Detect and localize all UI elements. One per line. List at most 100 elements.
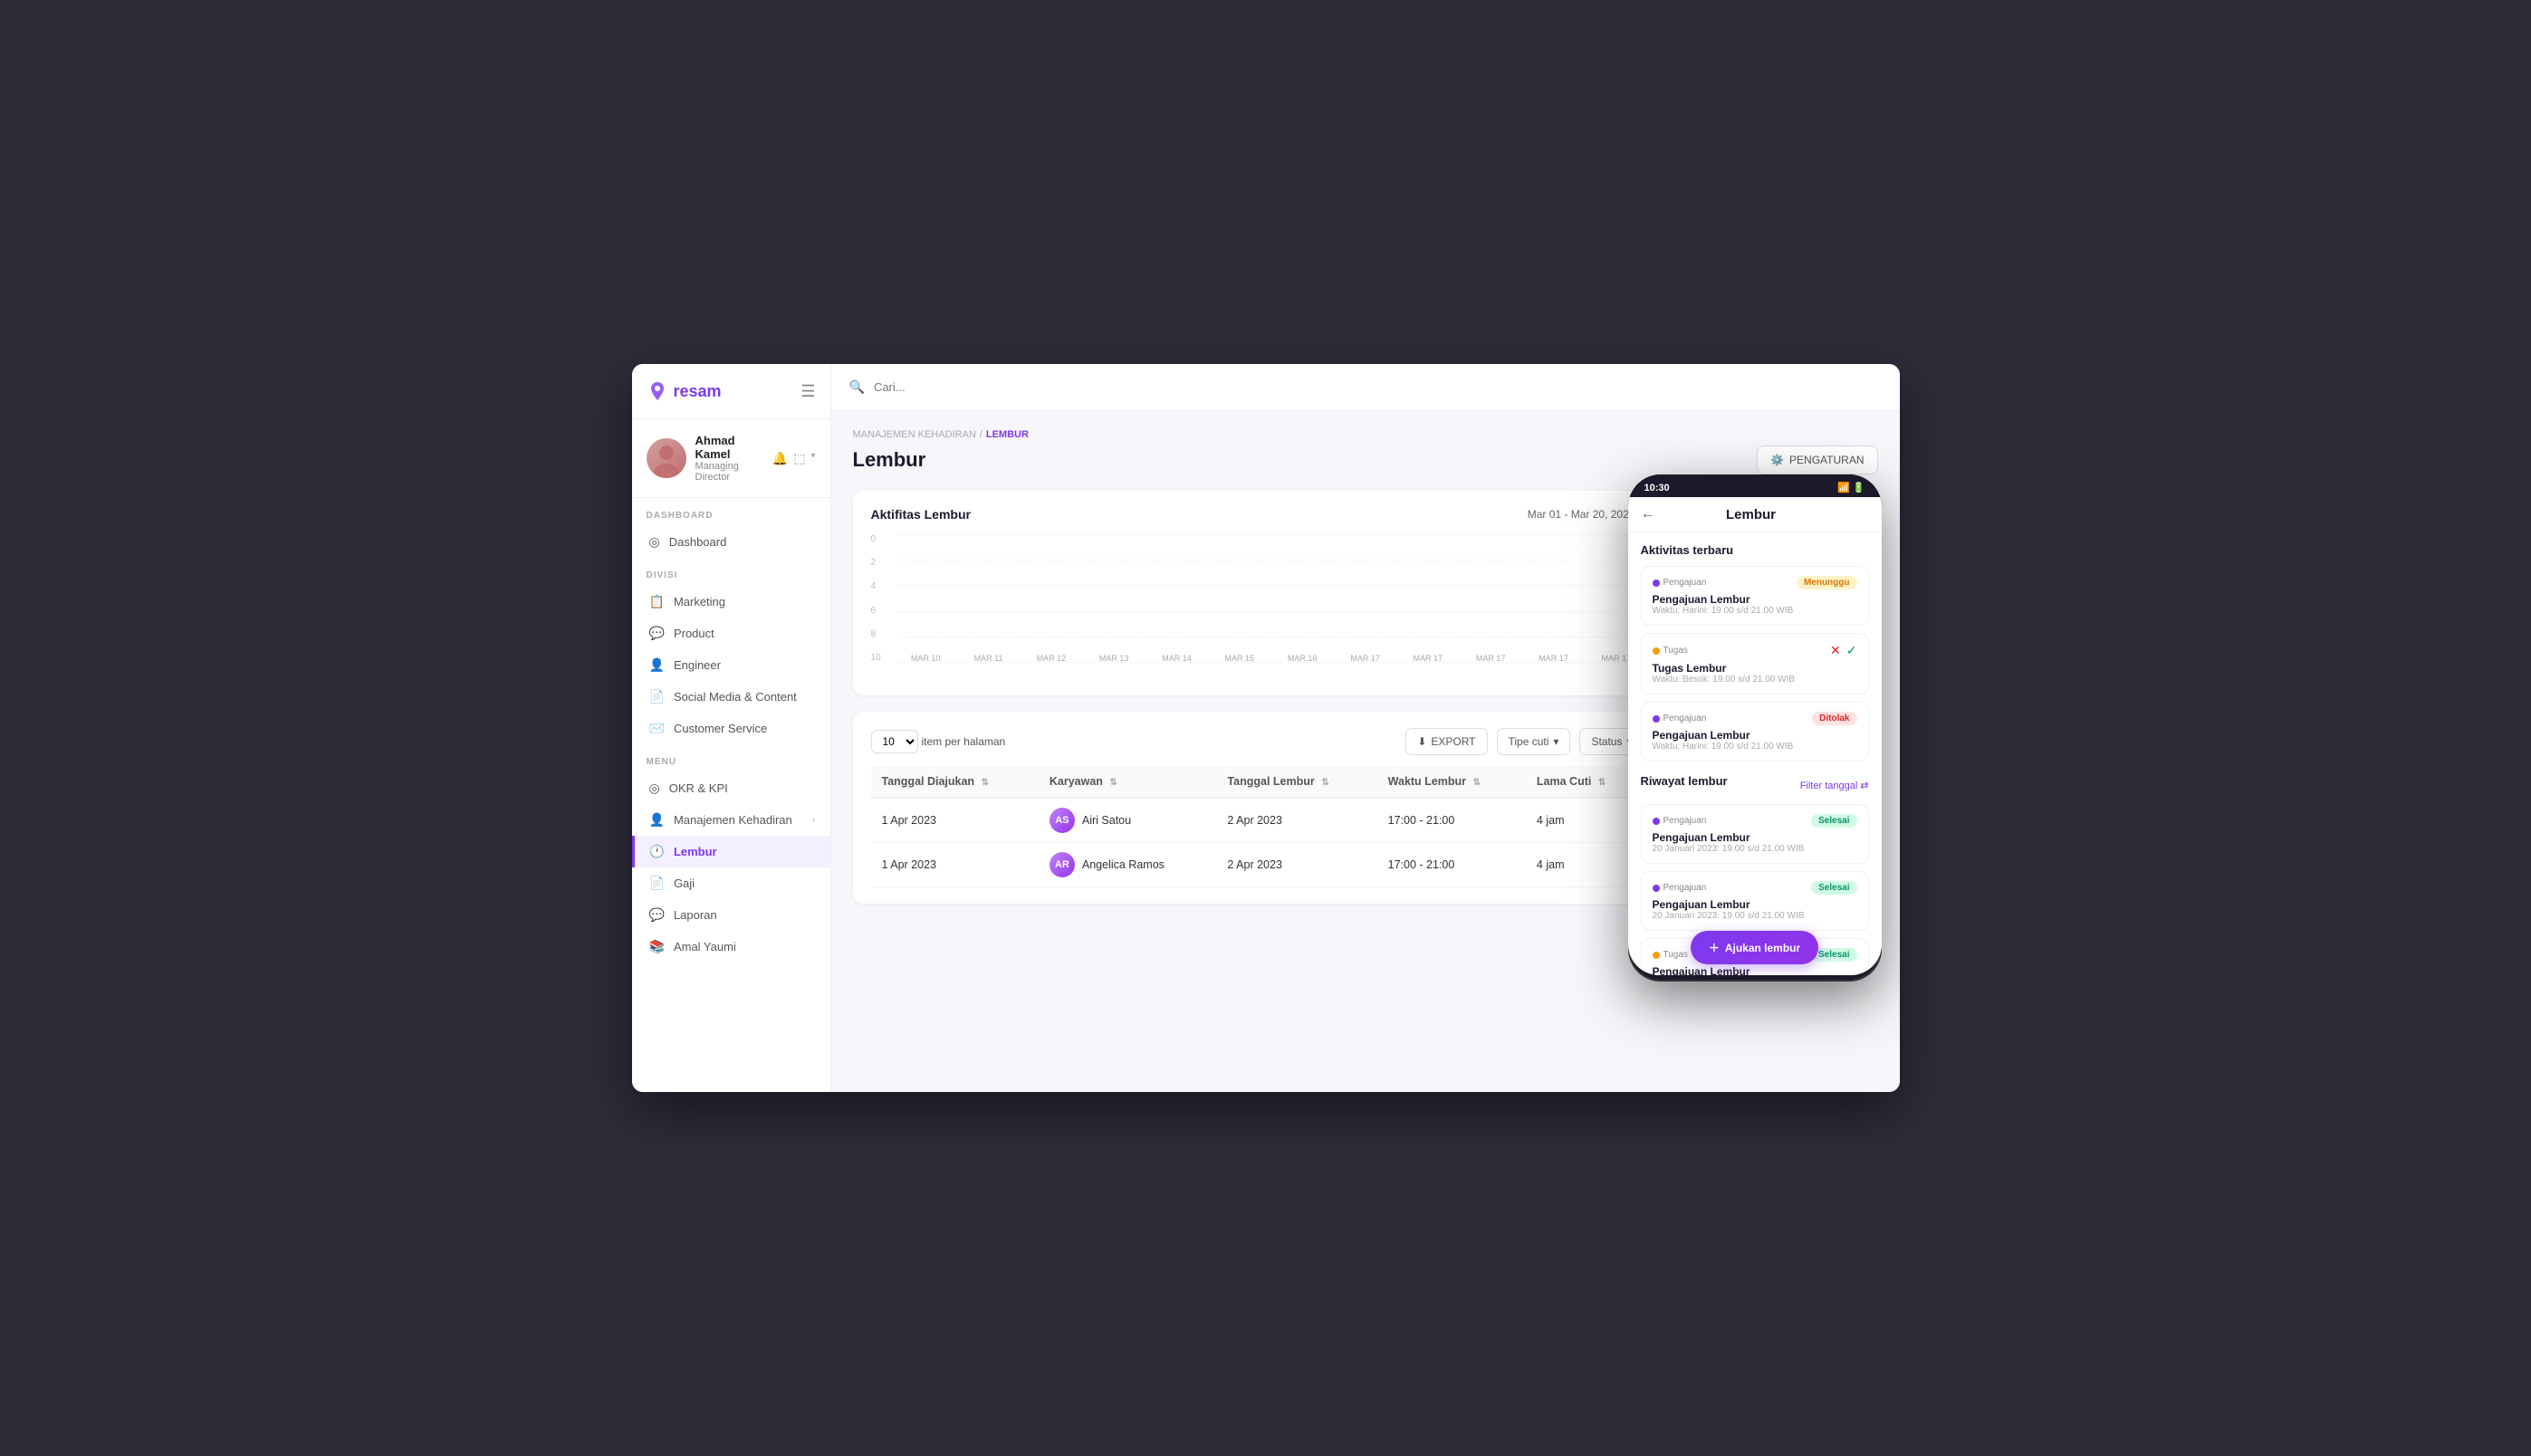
tipe-cuti-chevron-icon: ▾: [1553, 735, 1558, 748]
sidebar-item-label: Engineer: [674, 658, 721, 672]
item-time: Waktu: Harini: 19.00 s/d 21.00 WIB: [1653, 742, 1857, 752]
export-button[interactable]: ⬇ EXPORT: [1405, 728, 1487, 755]
phone-nav: ← Lembur: [1628, 497, 1882, 532]
cell-tanggal-lembur: 2 Apr 2023: [1216, 843, 1376, 887]
sidebar-item-label: Customer Service: [674, 722, 767, 735]
search-input[interactable]: [874, 380, 1882, 394]
sidebar-item-label: OKR & KPI: [669, 781, 728, 795]
breadcrumb-parent: MANAJEMEN KEHADIRAN: [853, 429, 976, 440]
tipe-cuti-filter[interactable]: Tipe cuti ▾: [1497, 728, 1571, 755]
divisi-section-label: DIVISI: [632, 558, 830, 586]
approve-button[interactable]: ✓: [1846, 643, 1857, 658]
cell-lama-cuti: 4 jam: [1526, 798, 1644, 843]
phone-riwayat-1: Pengajuan Selesai Pengajuan Lembur 20 Ja…: [1641, 804, 1869, 864]
filter-tanggal-button[interactable]: Filter tanggal ⇄: [1800, 780, 1869, 791]
phone-back-button[interactable]: ←: [1641, 506, 1655, 522]
date-range-text: Mar 01 - Mar 20, 2023: [1528, 508, 1635, 521]
col-lama-cuti[interactable]: Lama Cuti ⇅: [1526, 766, 1644, 798]
col-waktu-lembur[interactable]: Waktu Lembur ⇅: [1377, 766, 1526, 798]
status-badge: Selesai: [1811, 881, 1856, 895]
emp-name: Angelica Ramos: [1082, 858, 1165, 871]
sidebar-item-label: Gaji: [674, 876, 695, 890]
sidebar-item-okr[interactable]: ◎ OKR & KPI: [632, 772, 830, 804]
tipe-cuti-label: Tipe cuti: [1509, 735, 1549, 748]
sidebar-item-laporan[interactable]: 💬 Laporan: [632, 899, 830, 931]
phone-nav-title: Lembur: [1664, 507, 1838, 522]
bar-label: MAR 15: [1225, 654, 1255, 663]
lembur-icon: 🕐: [649, 844, 665, 859]
avatar: [647, 438, 686, 478]
customer-service-icon: ✉️: [649, 721, 665, 736]
type-dot: [1653, 885, 1660, 892]
status-label: Status: [1591, 735, 1622, 748]
laporan-icon: 💬: [649, 907, 665, 923]
bar-group: MAR 17: [1400, 650, 1455, 663]
chart-bars: MAR 10MAR 11MAR 12MAR 13MAR 14MAR 15MAR …: [898, 534, 1644, 679]
sidebar-item-amal-yaumi[interactable]: 📚 Amal Yaumi: [632, 931, 830, 963]
user-info: Ahmad Kamel Managing Director: [695, 434, 763, 483]
notification-icon[interactable]: 🔔: [772, 451, 788, 466]
logout-icon[interactable]: ⬚: [793, 451, 805, 466]
sidebar-item-gaji[interactable]: 📄 Gaji: [632, 867, 830, 899]
chart-y-labels: 10 8 6 4 2 0: [871, 534, 881, 679]
riwayat-header: Riwayat lembur Filter tanggal ⇄: [1641, 774, 1869, 797]
kehadiran-icon: 👤: [649, 812, 665, 828]
sidebar-item-lembur[interactable]: 🕐 Lembur: [632, 836, 830, 867]
col-tanggal-lembur[interactable]: Tanggal Lembur ⇅: [1216, 766, 1376, 798]
reject-button[interactable]: ✕: [1830, 643, 1841, 658]
bar-group: MAR 10: [898, 650, 954, 663]
user-role: Managing Director: [695, 461, 763, 483]
dashboard-icon: ◎: [649, 534, 660, 550]
item-type-label: Pengajuan: [1663, 714, 1707, 723]
user-chevron-icon[interactable]: ▾: [810, 451, 815, 466]
bar-group: MAR 17: [1462, 650, 1518, 663]
item-time: Waktu: Harini: 19.00 s/d 21.00 WIB: [1653, 606, 1857, 616]
bar-label: MAR 17: [1539, 654, 1568, 663]
per-page-select[interactable]: 10 25 50: [871, 730, 918, 753]
marketing-icon: 📋: [649, 594, 665, 609]
cell-karyawan: AR Angelica Ramos: [1039, 843, 1217, 887]
gaji-icon: 📄: [649, 876, 665, 891]
chart-title: Aktifitas Lembur: [871, 507, 971, 522]
lembur-table: Tanggal Diajukan ⇅ Karyawan ⇅ Tanggal Le…: [871, 766, 1644, 887]
per-page-label: item per halaman: [922, 735, 1006, 748]
sidebar-item-label: Product: [674, 627, 714, 640]
settings-button[interactable]: ⚙️ PENGATURAN: [1757, 445, 1877, 474]
plus-icon: ＋: [1709, 940, 1720, 955]
sidebar-item-marketing[interactable]: 📋 Marketing: [632, 586, 830, 618]
bar-label: MAR 17: [1476, 654, 1506, 663]
bar-label: MAR 17: [1414, 654, 1443, 663]
item-type-label: Tugas: [1663, 646, 1688, 656]
sidebar-item-dashboard[interactable]: ◎ Dashboard: [632, 526, 830, 558]
table-row: 1 Apr 2023 AR Angelica Ramos 2 Apr 2023 …: [871, 843, 1644, 887]
left-column: Aktifitas Lembur Mar 01 - Mar 20, 2023 ▾…: [853, 491, 1663, 920]
item-time: Waktu: Besok: 19.00 s/d 21.00 WIB: [1653, 675, 1857, 685]
cell-tanggal-diajukan: 1 Apr 2023: [871, 843, 1039, 887]
item-type-label: Pengajuan: [1663, 816, 1707, 826]
sidebar-item-engineer[interactable]: 👤 Engineer: [632, 649, 830, 681]
settings-icon: ⚙️: [1770, 454, 1784, 466]
chart-header: Aktifitas Lembur Mar 01 - Mar 20, 2023 ▾: [871, 507, 1644, 522]
ajukan-lembur-button[interactable]: ＋ Ajukan lembur: [1691, 931, 1818, 964]
col-karyawan[interactable]: Karyawan ⇅: [1039, 766, 1217, 798]
table-row: 1 Apr 2023 AS Airi Satou 2 Apr 2023 17:0…: [871, 798, 1644, 843]
emp-name: Airi Satou: [1082, 814, 1131, 827]
bar-group: MAR 15: [1212, 650, 1267, 663]
sidebar-item-manajemen-kehadiran[interactable]: 👤 Manajemen Kehadiran ›: [632, 804, 830, 836]
hamburger-icon[interactable]: ☰: [801, 382, 815, 401]
user-name: Ahmad Kamel: [695, 434, 763, 461]
sidebar-item-product[interactable]: 💬 Product: [632, 618, 830, 649]
export-icon: ⬇: [1417, 735, 1426, 748]
sidebar-item-customer-service[interactable]: ✉️ Customer Service: [632, 713, 830, 744]
item-actions: ✕ ✓: [1830, 643, 1856, 658]
col-tanggal-diajukan[interactable]: Tanggal Diajukan ⇅: [871, 766, 1039, 798]
amal-icon: 📚: [649, 939, 665, 954]
sidebar-item-label: Marketing: [674, 595, 725, 608]
sidebar-item-label: Laporan: [674, 908, 717, 922]
item-title: Tugas Lembur: [1653, 662, 1857, 675]
bar-group: MAR 11: [961, 650, 1016, 663]
type-dot: [1653, 580, 1660, 587]
type-dot: [1653, 647, 1660, 655]
sidebar-item-social-media[interactable]: 📄 Social Media & Content: [632, 681, 830, 713]
date-range-selector[interactable]: Mar 01 - Mar 20, 2023 ▾: [1528, 508, 1644, 521]
